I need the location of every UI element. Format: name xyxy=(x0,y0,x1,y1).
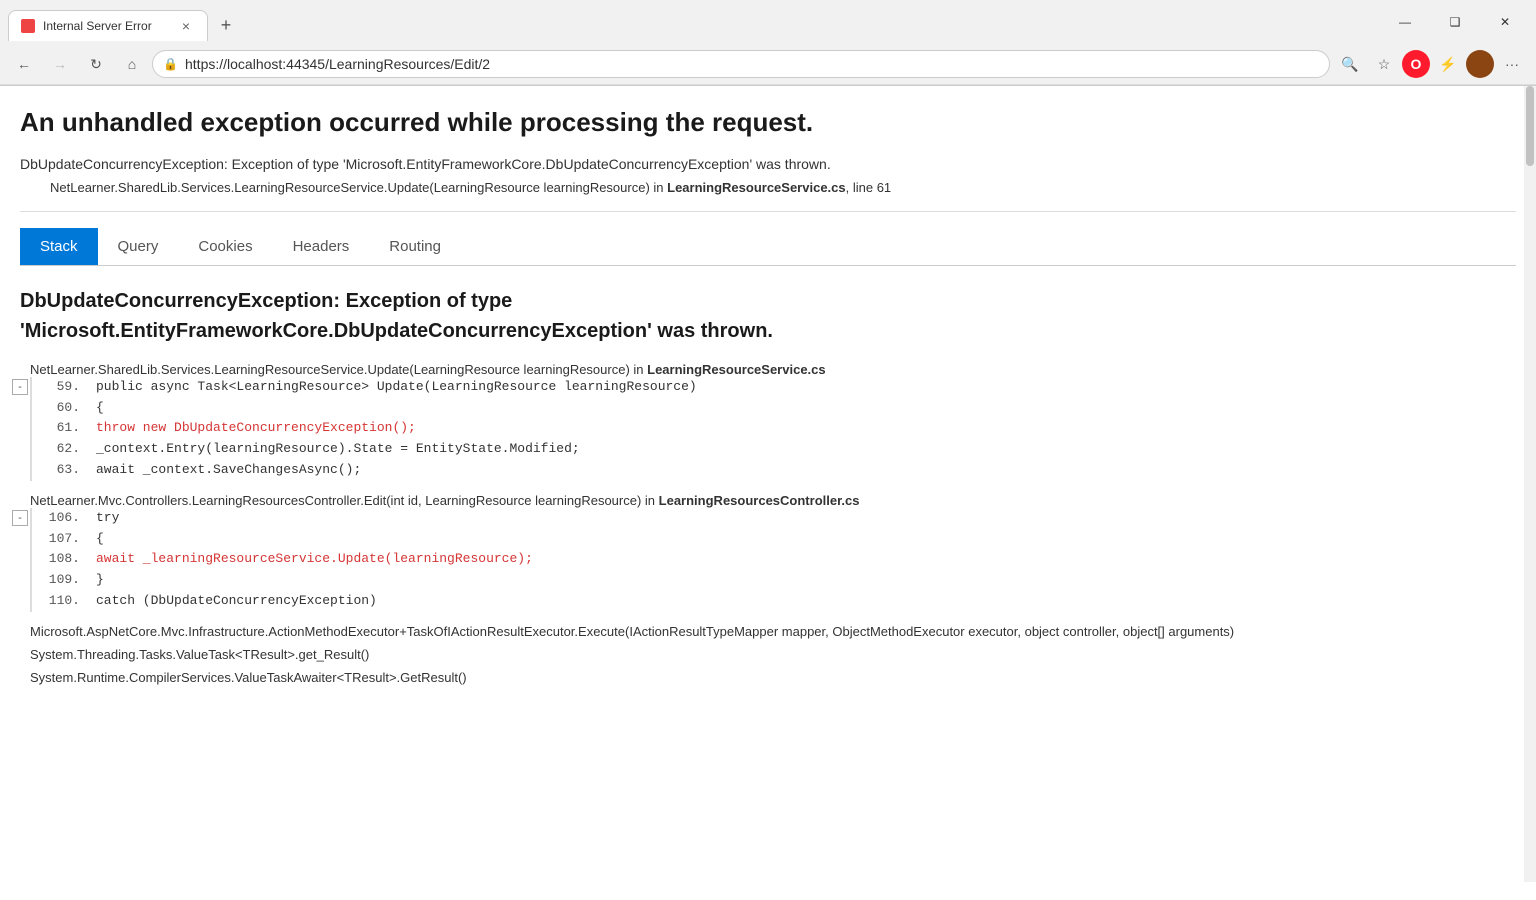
frame-2-code: - 106. try 107. { 108. await _learningRe… xyxy=(30,508,1516,612)
line-code-106: try xyxy=(96,508,119,529)
additional-frame-3: System.Runtime.CompilerServices.ValueTas… xyxy=(20,670,1516,685)
stack-frame-2: NetLearner.Mvc.Controllers.LearningResou… xyxy=(20,493,1516,612)
code-line-110: 110. catch (DbUpdateConcurrencyException… xyxy=(32,591,1516,612)
code-line-106: 106. try xyxy=(32,508,1516,529)
additional-frame-2: System.Threading.Tasks.ValueTask<TResult… xyxy=(20,647,1516,662)
line-num-62: 62. xyxy=(40,439,80,460)
frame-1-collapse[interactable]: - xyxy=(12,379,28,395)
stack-source-brief: NetLearner.SharedLib.Services.LearningRe… xyxy=(50,180,1516,195)
nav-bar: ← → ↻ ⌂ 🔒 https://localhost:44345/Learni… xyxy=(0,44,1536,85)
line-code-62: _context.Entry(learningResource).State =… xyxy=(96,439,580,460)
exception-heading-line2: 'Microsoft.EntityFrameworkCore.DbUpdateC… xyxy=(20,320,773,342)
line-num-61: 61. xyxy=(40,418,80,439)
opera-icon[interactable]: O xyxy=(1402,50,1430,78)
scrollbar-thumb[interactable] xyxy=(1526,86,1534,166)
browser-chrome: Internal Server Error × + — ❑ ✕ ← → ↻ ⌂ … xyxy=(0,0,1536,86)
code-line-109: 109. } xyxy=(32,570,1516,591)
line-code-63: await _context.SaveChangesAsync(); xyxy=(96,460,361,481)
tab-cookies[interactable]: Cookies xyxy=(178,228,272,265)
refresh-button[interactable]: ↻ xyxy=(80,48,112,80)
exception-heading-line1: DbUpdateConcurrencyException: Exception … xyxy=(20,290,512,312)
line-num-106: 106. xyxy=(40,508,80,529)
code-line-63: 63. await _context.SaveChangesAsync(); xyxy=(32,460,1516,481)
line-code-61: throw new DbUpdateConcurrencyException()… xyxy=(96,418,416,439)
stack-source-file: LearningResourceService.cs xyxy=(667,180,845,195)
line-num-59: 59. xyxy=(40,377,80,398)
nav-icons: 🔍 ☆ O ⚡ ··· xyxy=(1334,48,1528,80)
exception-heading: DbUpdateConcurrencyException: Exception … xyxy=(20,286,1516,346)
frame-1-file: LearningResourceService.cs xyxy=(647,362,825,377)
scrollbar-track[interactable] xyxy=(1524,86,1536,882)
back-button[interactable]: ← xyxy=(8,48,40,80)
code-line-108: 108. await _learningResourceService.Upda… xyxy=(32,549,1516,570)
code-line-60: 60. { xyxy=(32,398,1516,419)
line-code-108: await _learningResourceService.Update(le… xyxy=(96,549,533,570)
stack-frame-1: NetLearner.SharedLib.Services.LearningRe… xyxy=(20,362,1516,481)
line-num-109: 109. xyxy=(40,570,80,591)
additional-frame-1: Microsoft.AspNetCore.Mvc.Infrastructure.… xyxy=(20,624,1516,639)
lock-icon: 🔒 xyxy=(163,57,178,71)
tab-title: Internal Server Error xyxy=(43,19,152,33)
favorite-icon[interactable]: ☆ xyxy=(1368,48,1400,80)
tab-close-button[interactable]: × xyxy=(177,17,195,35)
stack-source-text: NetLearner.SharedLib.Services.LearningRe… xyxy=(50,180,664,195)
frame-1-source: NetLearner.SharedLib.Services.LearningRe… xyxy=(20,362,1516,377)
home-button[interactable]: ⌂ xyxy=(116,48,148,80)
line-num-110: 110. xyxy=(40,591,80,612)
line-num-63: 63. xyxy=(40,460,80,481)
profile-avatar[interactable] xyxy=(1466,50,1494,78)
forward-button[interactable]: → xyxy=(44,48,76,80)
line-code-107: { xyxy=(96,529,104,550)
tab-headers[interactable]: Headers xyxy=(273,228,370,265)
line-num-107: 107. xyxy=(40,529,80,550)
browser-tab[interactable]: Internal Server Error × xyxy=(8,10,208,41)
url-display: https://localhost:44345/LearningResource… xyxy=(185,56,490,72)
tab-stack[interactable]: Stack xyxy=(20,228,98,265)
line-num-108: 108. xyxy=(40,549,80,570)
stack-source-line: , line 61 xyxy=(846,180,892,195)
close-button[interactable]: ✕ xyxy=(1482,6,1528,38)
address-bar[interactable]: 🔒 https://localhost:44345/LearningResour… xyxy=(152,50,1330,78)
line-code-109: } xyxy=(96,570,104,591)
tabs-bar: Stack Query Cookies Headers Routing xyxy=(20,228,1516,266)
frame-2-collapse[interactable]: - xyxy=(12,510,28,526)
code-line-61: 61. throw new DbUpdateConcurrencyExcepti… xyxy=(32,418,1516,439)
frame-2-source: NetLearner.Mvc.Controllers.LearningResou… xyxy=(20,493,1516,508)
tab-favicon xyxy=(21,19,35,33)
frame-2-file: LearningResourcesController.cs xyxy=(659,493,860,508)
code-line-62: 62. _context.Entry(learningResource).Sta… xyxy=(32,439,1516,460)
code-line-107: 107. { xyxy=(32,529,1516,550)
exception-type: DbUpdateConcurrencyException: Exception … xyxy=(20,156,1516,172)
maximize-button[interactable]: ❑ xyxy=(1432,6,1478,38)
window-controls: — ❑ ✕ xyxy=(1382,6,1528,44)
minimize-button[interactable]: — xyxy=(1382,6,1428,38)
frame-1-code: - 59. public async Task<LearningResource… xyxy=(30,377,1516,481)
more-menu-button[interactable]: ··· xyxy=(1496,48,1528,80)
line-code-110: catch (DbUpdateConcurrencyException) xyxy=(96,591,377,612)
title-bar: Internal Server Error × + — ❑ ✕ xyxy=(0,0,1536,44)
tab-query[interactable]: Query xyxy=(98,228,179,265)
collections-icon[interactable]: ⚡ xyxy=(1432,48,1464,80)
page-content: An unhandled exception occurred while pr… xyxy=(0,86,1536,882)
main-error-title: An unhandled exception occurred while pr… xyxy=(20,106,1516,140)
tab-routing[interactable]: Routing xyxy=(369,228,461,265)
divider-1 xyxy=(20,211,1516,212)
code-line-59: 59. public async Task<LearningResource> … xyxy=(32,377,1516,398)
new-tab-button[interactable]: + xyxy=(212,11,240,39)
search-icon[interactable]: 🔍 xyxy=(1334,48,1366,80)
line-num-60: 60. xyxy=(40,398,80,419)
line-code-59: public async Task<LearningResource> Upda… xyxy=(96,377,697,398)
line-code-60: { xyxy=(96,398,104,419)
